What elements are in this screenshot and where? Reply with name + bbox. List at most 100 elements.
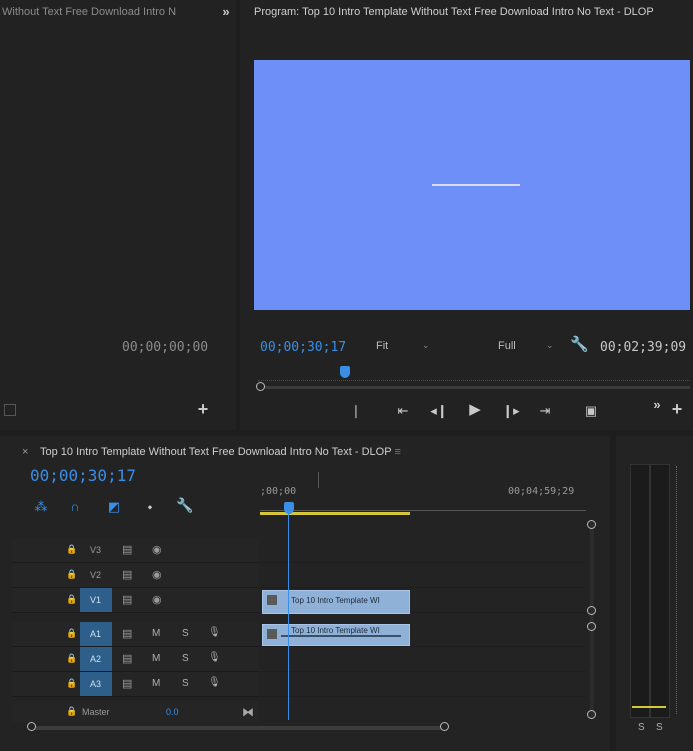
add-marker-icon[interactable]: ⬩ [144, 500, 156, 514]
track-name-v1[interactable]: V1 [90, 595, 101, 605]
microphone-icon[interactable]: 🎙 [208, 677, 221, 688]
lock-icon[interactable]: 🔒 [66, 594, 77, 605]
audio-clip[interactable]: Top 10 Intro Template WI [262, 624, 410, 646]
ruler-start-label: ;00;00 [260, 486, 297, 497]
timeline-horizontal-scrollbar[interactable] [30, 726, 444, 730]
timeline-ruler[interactable]: ;00;00 00;04;59;29 [260, 476, 586, 516]
timeline-timecode[interactable]: 00;00;30;17 [30, 466, 136, 485]
film-icon[interactable]: ▤ [122, 652, 132, 665]
panel-overflow-icon[interactable]: » [218, 5, 234, 19]
film-icon[interactable]: ▤ [122, 568, 132, 581]
go-to-out-icon[interactable]: ⇥ [536, 404, 554, 418]
timeline-playhead-line[interactable] [288, 514, 289, 720]
add-marker-icon[interactable]: ❘ [350, 404, 362, 418]
solo-button[interactable]: S [182, 678, 189, 689]
program-mini-ruler[interactable] [258, 372, 690, 381]
nest-sequence-icon[interactable]: ⁂ [34, 500, 48, 514]
go-to-in-icon[interactable]: ⇤ [394, 404, 412, 418]
scrollbar-handle[interactable] [587, 520, 596, 529]
track-header-master[interactable]: 🔒 Master 0.0 ⧓ [12, 702, 259, 722]
eye-icon[interactable]: ◉ [152, 543, 162, 556]
work-area-bar[interactable] [260, 512, 410, 515]
microphone-icon[interactable]: 🎙 [208, 627, 221, 638]
film-icon[interactable]: ▤ [122, 593, 132, 606]
track-a3-lane[interactable] [260, 672, 586, 697]
close-icon[interactable]: × [22, 446, 28, 458]
play-icon[interactable]: ▶ [466, 402, 484, 417]
go-to-end-icon[interactable]: ⧓ [242, 705, 254, 719]
audio-meter-right-channel [650, 464, 670, 718]
program-monitor-tab[interactable]: Program: Top 10 Intro Template Without T… [254, 6, 689, 18]
film-icon[interactable]: ▤ [122, 627, 132, 640]
resolution-value: Full [498, 340, 516, 352]
track-header-v2[interactable]: 🔒 V2 ▤ ◉ [12, 563, 259, 588]
lock-icon[interactable]: 🔒 [66, 628, 77, 639]
fx-badge-icon [267, 629, 277, 639]
master-volume-value[interactable]: 0.0 [166, 707, 179, 717]
panel-menu-icon[interactable]: ≡ [394, 446, 400, 458]
audio-meter-scale [676, 466, 685, 714]
track-name-v3[interactable]: V3 [90, 545, 101, 555]
eye-icon[interactable]: ◉ [152, 568, 162, 581]
track-header-v3[interactable]: 🔒 V3 ▤ ◉ [12, 538, 259, 563]
scrollbar-handle[interactable] [440, 722, 449, 731]
solo-right-button[interactable]: S [656, 722, 663, 733]
add-button-icon[interactable]: + [194, 400, 212, 418]
track-header-a3[interactable]: 🔒 A3 ▤ M S 🎙 [12, 672, 259, 697]
track-header-a1[interactable]: 🔒 A1 ▤ M S 🎙 [12, 622, 259, 647]
solo-left-button[interactable]: S [638, 722, 645, 733]
wrench-icon[interactable]: 🔧 [570, 337, 589, 352]
solo-button[interactable]: S [182, 653, 189, 664]
track-header-a2[interactable]: 🔒 A2 ▤ M S 🎙 [12, 647, 259, 672]
scrollbar-handle[interactable] [587, 606, 596, 615]
track-a2-lane[interactable] [260, 647, 586, 672]
track-name-a1[interactable]: A1 [90, 629, 101, 639]
program-playhead[interactable] [340, 366, 351, 378]
add-button-icon[interactable]: + [668, 400, 686, 418]
track-name-v2[interactable]: V2 [90, 570, 101, 580]
mute-button[interactable]: M [152, 653, 160, 664]
microphone-icon[interactable]: 🎙 [208, 652, 221, 663]
scrollbar-handle-left[interactable] [256, 382, 265, 391]
source-monitor-panel: Without Text Free Download Intro N » 00;… [0, 0, 236, 430]
eye-icon[interactable]: ◉ [152, 593, 162, 606]
timeline-vertical-scrollbar[interactable] [590, 522, 594, 718]
video-clip-label: Top 10 Intro Template WI [291, 596, 380, 605]
video-clip[interactable]: Top 10 Intro Template WI [262, 590, 410, 614]
track-header-v1[interactable]: 🔒 V1 ▤ ◉ [12, 588, 259, 613]
overflow-icon[interactable]: » [650, 398, 664, 412]
solo-button[interactable]: S [182, 628, 189, 639]
scrollbar-handle[interactable] [27, 722, 36, 731]
program-current-timecode[interactable]: 00;00;30;17 [260, 340, 346, 355]
step-forward-icon[interactable]: ❙▸ [502, 404, 520, 418]
source-settings-icon[interactable] [4, 404, 16, 416]
lock-icon[interactable]: 🔒 [66, 653, 77, 664]
track-v2-lane[interactable] [260, 563, 586, 588]
mute-button[interactable]: M [152, 628, 160, 639]
step-back-icon[interactable]: ◂❙ [430, 404, 448, 418]
film-icon[interactable]: ▤ [122, 677, 132, 690]
program-zoom-scrollbar[interactable] [258, 386, 690, 389]
film-icon[interactable]: ▤ [122, 543, 132, 556]
program-preview[interactable] [254, 60, 690, 310]
scrollbar-handle[interactable] [587, 710, 596, 719]
track-name-a2[interactable]: A2 [90, 654, 101, 664]
lock-icon[interactable]: 🔒 [66, 569, 77, 580]
linked-selection-icon[interactable]: ◩ [106, 500, 122, 514]
timeline-settings-wrench-icon[interactable]: 🔧 [176, 498, 193, 512]
mute-button[interactable]: M [152, 678, 160, 689]
track-name-a3[interactable]: A3 [90, 679, 101, 689]
export-frame-icon[interactable]: ▣ [582, 404, 600, 418]
zoom-select[interactable]: Fit ⌄ [376, 340, 436, 354]
lock-icon[interactable]: 🔒 [66, 544, 77, 555]
timeline-sequence-tab[interactable]: Top 10 Intro Template Without Text Free … [40, 446, 480, 458]
scrollbar-handle[interactable] [587, 622, 596, 631]
source-timecode[interactable]: 00;00;00;00 [122, 340, 208, 355]
lock-icon[interactable]: 🔒 [66, 706, 77, 717]
resolution-select[interactable]: Full ⌄ [498, 340, 560, 354]
lock-icon[interactable]: 🔒 [66, 678, 77, 689]
timeline-playhead-handle[interactable] [284, 502, 294, 514]
track-v3-lane[interactable] [260, 538, 586, 563]
source-monitor-tab[interactable]: Without Text Free Download Intro N [2, 6, 202, 18]
snap-magnet-icon[interactable]: ∩ [68, 500, 82, 514]
